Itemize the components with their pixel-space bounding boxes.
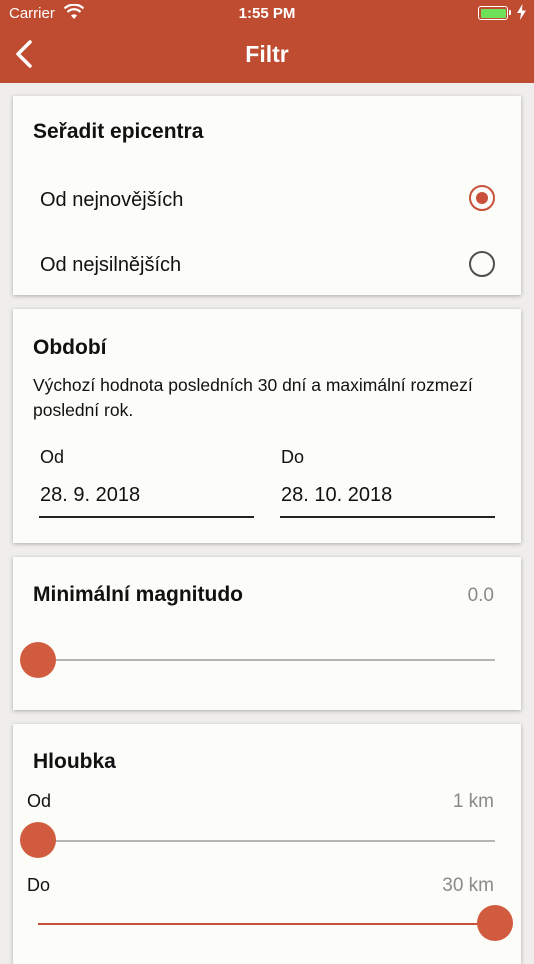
period-from-label: Od <box>40 447 65 467</box>
period-card: Období Výchozí hodnota posledních 30 dní… <box>13 309 521 543</box>
depth-from-slider-track <box>38 840 495 842</box>
sort-card: Seřadit epicentra Od nejnovějších Od nej… <box>13 96 521 295</box>
depth-to-slider-track <box>38 923 495 925</box>
depth-to-label: Do <box>27 875 51 895</box>
navigation-bar: Filtr <box>0 28 534 83</box>
period-to-underline <box>280 516 495 518</box>
magnitude-card-title: Minimální magnitudo <box>33 583 243 606</box>
period-to-label: Do <box>281 447 305 467</box>
depth-from-value: 1 km <box>452 791 494 812</box>
radio-selected-icon[interactable] <box>469 185 495 211</box>
page-title: Filtr <box>245 41 289 67</box>
period-from-underline <box>39 516 254 518</box>
period-from-field[interactable]: 28. 9. 2018 <box>40 484 140 507</box>
battery-icon <box>478 6 511 20</box>
sort-option-strongest-label: Od nejsilnějších <box>40 254 182 276</box>
magnitude-value: 0.0 <box>467 585 494 606</box>
charging-icon <box>517 4 526 24</box>
sort-card-title: Seřadit epicentra <box>33 120 204 143</box>
depth-card-title: Hloubka <box>33 750 116 773</box>
status-bar: Carrier 1:55 PM <box>0 0 534 28</box>
sort-option-newest-label: Od nejnovějších <box>40 189 184 211</box>
depth-to-value: 30 km <box>442 875 494 896</box>
magnitude-card: Minimální magnitudo 0.0 <box>13 557 521 710</box>
clock: 1:55 PM <box>238 5 296 22</box>
period-to-field[interactable]: 28. 10. 2018 <box>281 484 392 507</box>
radio-unselected-icon[interactable] <box>469 251 495 277</box>
period-card-title: Období <box>33 336 107 359</box>
depth-from-label: Od <box>27 791 52 811</box>
depth-from-slider-thumb[interactable] <box>20 822 56 858</box>
depth-card: Hloubka Od 1 km Do 30 km <box>13 724 521 964</box>
depth-to-slider-thumb[interactable] <box>477 905 513 941</box>
magnitude-slider-thumb[interactable] <box>20 642 56 678</box>
period-description: Výchozí hodnota posledních 30 dní a maxi… <box>33 375 473 420</box>
magnitude-slider-track <box>38 659 495 661</box>
